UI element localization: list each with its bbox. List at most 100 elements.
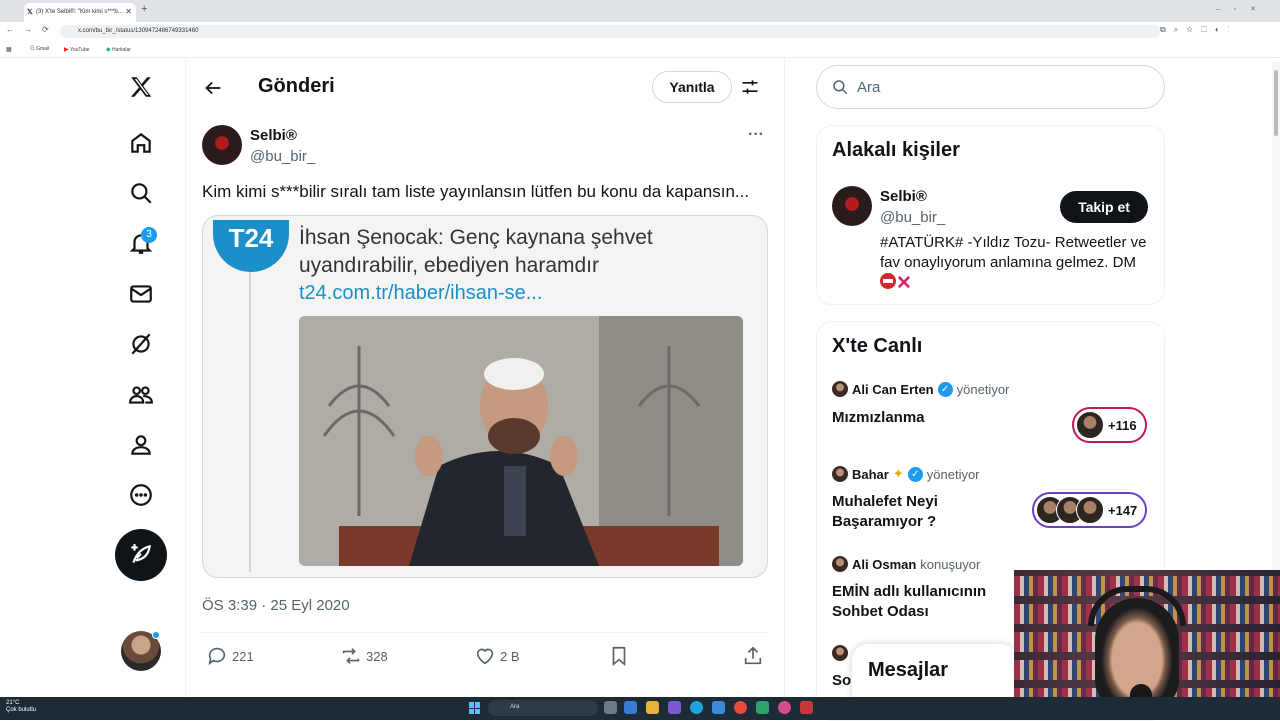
new-tab-button[interactable]: + xyxy=(141,3,147,15)
space-topic[interactable]: Muhalefet Neyi Başaramıyor ? xyxy=(832,492,1012,532)
start-windows-icon[interactable] xyxy=(469,702,481,714)
weather-temp: 21°C xyxy=(6,700,20,706)
tab-close-icon[interactable]: ✕ xyxy=(125,7,132,16)
host-avatar xyxy=(832,556,848,572)
teams-icon[interactable] xyxy=(668,701,681,714)
widgets-icon[interactable] xyxy=(624,701,637,714)
author-handle[interactable]: @bu_bir_ xyxy=(250,148,315,165)
live-title: X'te Canlı xyxy=(832,335,923,357)
search-icon[interactable] xyxy=(125,177,157,209)
scrollbar-thumb[interactable] xyxy=(1274,70,1278,136)
grok-icon[interactable] xyxy=(125,328,157,360)
messages-drawer[interactable]: Mesajlar xyxy=(852,644,1017,698)
url-text: x.com/bu_bir_/status/1309472486749331460 xyxy=(78,28,199,34)
browser-toolbar-icons[interactable]: ⧉⌕☆⬚◐⋮ xyxy=(1160,25,1238,35)
reply-count: 221 xyxy=(232,648,254,664)
more-options-icon[interactable] xyxy=(125,479,157,511)
author-avatar[interactable] xyxy=(202,125,242,165)
profile-icon[interactable] xyxy=(125,429,157,461)
app-icon[interactable] xyxy=(778,701,791,714)
account-status-dot xyxy=(152,631,160,639)
apps-grid-icon[interactable]: ▦ xyxy=(6,46,12,53)
app-icon[interactable] xyxy=(756,701,769,714)
column-divider-right xyxy=(784,58,785,698)
space-host[interactable]: Ali Osman konuşuyor xyxy=(832,556,980,572)
author-name[interactable]: Selbi® xyxy=(250,127,297,144)
messages-icon[interactable] xyxy=(125,278,157,310)
bookmarks-bar: ▦ G Gmail ▶ YouTube ◆ Haritalar xyxy=(0,41,1280,58)
related-handle[interactable]: @bu_bir_ xyxy=(880,209,945,226)
notification-count-badge: 3 xyxy=(141,227,157,243)
reply-button[interactable]: Yanıtla xyxy=(652,71,732,103)
repost-icon xyxy=(342,648,360,664)
space-topic[interactable]: EMİN adlı kullanıcının Sohbet Odası xyxy=(832,582,1032,622)
media-link: t24.com.tr/haber/ihsan-se... xyxy=(299,282,543,304)
follow-button[interactable]: Takip et xyxy=(1060,191,1148,223)
space-host[interactable]: Ali Can Erten ✓ yönetiyor xyxy=(832,381,1009,397)
host-avatar xyxy=(832,466,848,482)
listener-avatar xyxy=(1076,411,1104,439)
bookmark-action[interactable] xyxy=(608,645,630,667)
space-listeners-pill[interactable]: +147 xyxy=(1032,492,1148,528)
like-action[interactable]: 2 B xyxy=(474,645,520,667)
repost-action[interactable]: 328 xyxy=(340,645,388,667)
bookmark-youtube[interactable]: ▶ YouTube xyxy=(64,46,90,53)
search-placeholder: Ara xyxy=(857,78,881,96)
x-logo-icon[interactable] xyxy=(125,71,157,103)
search-icon xyxy=(833,80,848,95)
browser-nav-buttons[interactable]: ←→⟳ xyxy=(6,25,59,34)
search-input[interactable]: Ara xyxy=(816,65,1165,109)
space-host[interactable]: Bahar ✦ ✓ yönetiyor xyxy=(832,466,980,482)
share-action[interactable] xyxy=(742,645,764,667)
related-avatar[interactable] xyxy=(832,186,872,226)
chrome-icon[interactable] xyxy=(734,701,747,714)
back-arrow-icon[interactable] xyxy=(202,77,224,99)
reply-action[interactable]: 221 xyxy=(206,645,254,667)
related-name[interactable]: Selbi® xyxy=(880,188,927,205)
page-title: Gönderi xyxy=(258,75,335,97)
media-photo xyxy=(299,316,743,566)
verified-badge-icon: ✓ xyxy=(937,381,953,397)
space-topic[interactable]: Mızmızlanma xyxy=(832,408,1012,428)
related-title: Alakalı kişiler xyxy=(832,139,960,161)
divider xyxy=(202,632,768,633)
bookmark-gmail[interactable]: G Gmail xyxy=(30,46,49,52)
url-bar[interactable]: x.com/bu_bir_/status/1309472486749331460 xyxy=(60,25,1160,38)
window-controls[interactable]: –▫✕ xyxy=(1216,5,1270,13)
repost-count: 328 xyxy=(366,648,388,664)
communities-icon[interactable] xyxy=(125,379,157,411)
sparkle-icon: ✦ xyxy=(892,466,904,481)
cross-mark-icon: ✕ xyxy=(896,273,912,294)
post-media[interactable]: T24 İhsan Şenocak: Genç kaynana şehvet u… xyxy=(202,215,768,578)
reply-icon xyxy=(208,647,226,666)
store-icon[interactable] xyxy=(712,701,725,714)
post-timestamp[interactable]: ÖS 3:39 · 25 Eyl 2020 xyxy=(202,597,350,614)
browser-tab[interactable]: 𝕏 (3) X'te Selbi®: "Kim kimi s***b... ✕ xyxy=(24,3,136,22)
edge-icon[interactable] xyxy=(690,701,703,714)
browser-tab-strip xyxy=(0,0,1280,22)
host-avatar xyxy=(832,381,848,397)
file-explorer-icon[interactable] xyxy=(646,701,659,714)
share-icon xyxy=(744,646,762,665)
weather-widget[interactable]: 21°C Çok bulutlu xyxy=(6,700,36,714)
x-favicon-icon: 𝕏 xyxy=(27,9,33,16)
like-count: 2 B xyxy=(500,648,520,664)
post-more-icon[interactable]: ··· xyxy=(748,126,764,144)
os-taskbar xyxy=(0,697,1280,720)
feather-plus-icon xyxy=(131,544,151,563)
column-divider-left xyxy=(185,58,186,698)
bookmark-maps[interactable]: ◆ Haritalar xyxy=(106,46,131,53)
t24-logo: T24 xyxy=(213,220,289,272)
app-icon[interactable] xyxy=(800,701,813,714)
taskbar-search[interactable]: Ara xyxy=(488,700,598,716)
home-icon[interactable] xyxy=(125,127,157,159)
space-listeners-pill[interactable]: +116 xyxy=(1072,407,1147,443)
task-view-icon[interactable] xyxy=(604,701,617,714)
post-text: Kim kimi s***bilir sıralı tam liste yayı… xyxy=(202,182,750,201)
media-divider xyxy=(249,272,251,572)
space-host[interactable] xyxy=(832,645,848,661)
reply-settings-icon[interactable] xyxy=(740,77,760,97)
compose-post-button[interactable] xyxy=(115,529,167,581)
related-bio: #ATATÜRK# -Yıldız Tozu- Retweetler ve fa… xyxy=(880,234,1147,294)
heart-icon xyxy=(476,648,494,665)
